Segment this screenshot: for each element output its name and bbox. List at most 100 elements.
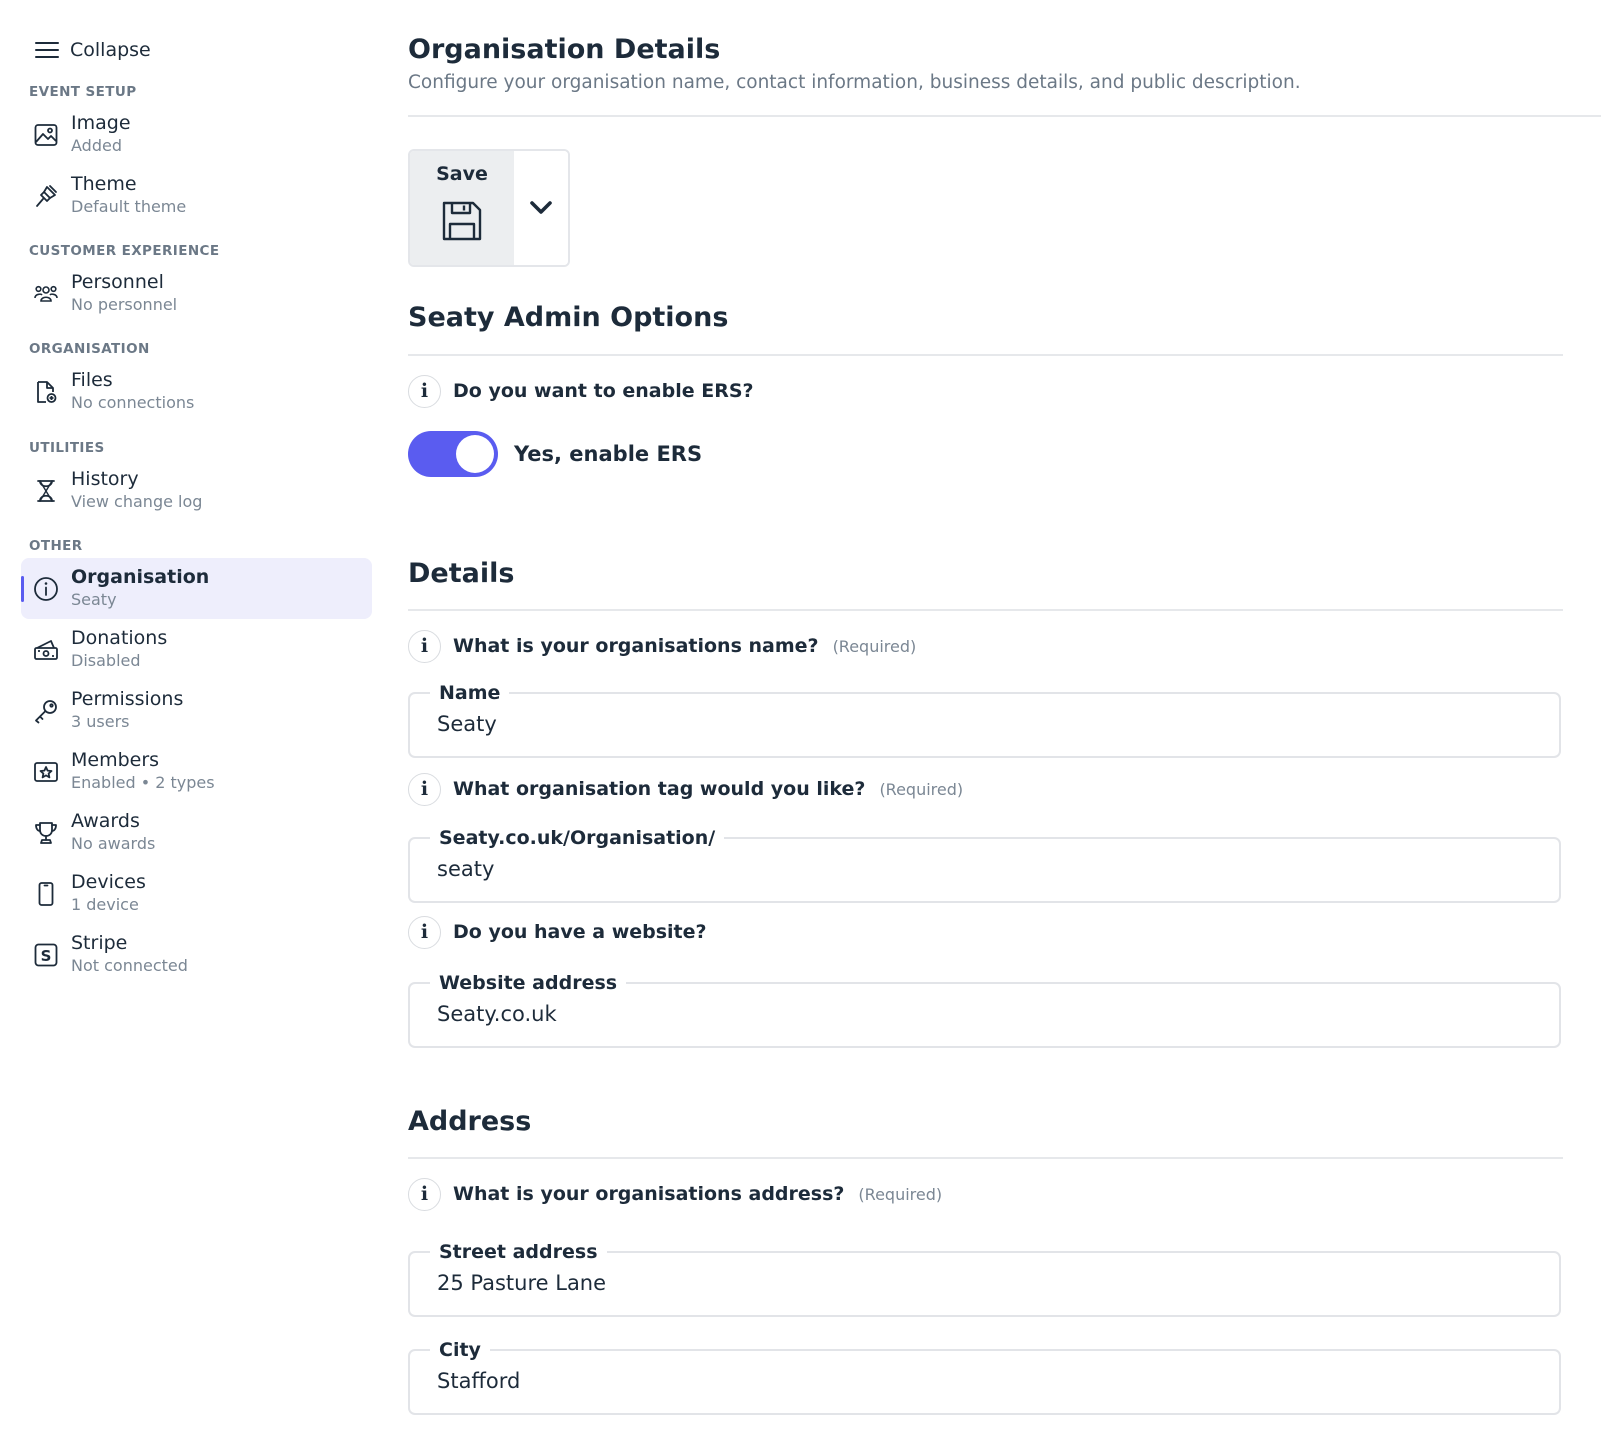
- required-label: (Required): [832, 636, 917, 656]
- save-options-dropdown[interactable]: [514, 151, 568, 265]
- website-field: Website address: [408, 971, 1561, 1048]
- name-input[interactable]: [437, 712, 1527, 736]
- hourglass-icon: [33, 478, 59, 504]
- sidebar-item-label: Stripe: [71, 932, 128, 954]
- star-card-icon: [33, 759, 59, 785]
- required-label: (Required): [879, 779, 964, 799]
- chevron-down-icon: [530, 201, 552, 214]
- brush-icon: [33, 183, 59, 209]
- sidebar-item-label: Personnel: [71, 271, 164, 293]
- street-address-field: Street address: [408, 1240, 1561, 1317]
- sidebar-item-label: Organisation: [71, 566, 210, 588]
- section-heading-address: Address: [408, 1106, 532, 1137]
- hamburger-menu-icon: [35, 42, 59, 58]
- tag-input[interactable]: [437, 857, 1527, 881]
- sidebar-item-status: Not connected: [71, 956, 188, 975]
- sidebar-item-status: 1 device: [71, 895, 139, 914]
- name-field: Name: [408, 681, 1561, 758]
- tag-field: Seaty.co.uk/Organisation/: [408, 826, 1561, 903]
- image-icon: [33, 122, 59, 148]
- sidebar-item-status: No awards: [71, 834, 156, 853]
- sidebar-item-status: Seaty: [71, 590, 117, 609]
- sidebar-item-members[interactable]: Members Enabled • 2 types: [21, 741, 372, 802]
- sidebar-item-status: Added: [71, 136, 122, 155]
- section-heading-admin-options: Seaty Admin Options: [408, 302, 729, 333]
- sidebar-item-history[interactable]: History View change log: [21, 460, 372, 521]
- floppy-disk-icon: [442, 201, 482, 241]
- section-title-other: OTHER: [29, 538, 83, 554]
- sidebar-item-label: Devices: [71, 871, 146, 893]
- ers-toggle[interactable]: [408, 431, 498, 477]
- sidebar-item-label: Image: [71, 112, 131, 134]
- tag-question: i What organisation tag would you like? …: [408, 772, 963, 806]
- name-question: i What is your organisations name? (Requ…: [408, 629, 916, 663]
- info-button[interactable]: i: [408, 772, 441, 806]
- sidebar-item-organisation[interactable]: Organisation Seaty: [21, 558, 372, 619]
- page-title: Organisation Details: [408, 34, 721, 65]
- sidebar-item-donations[interactable]: Donations Disabled: [21, 619, 372, 680]
- divider: [408, 609, 1563, 611]
- sidebar-item-devices[interactable]: Devices 1 device: [21, 863, 372, 924]
- ers-toggle-row: Yes, enable ERS: [408, 431, 702, 477]
- ers-question: i Do you want to enable ERS?: [408, 374, 754, 408]
- section-title-event-setup: EVENT SETUP: [29, 84, 137, 100]
- section-title-organisation: ORGANISATION: [29, 341, 150, 357]
- info-button[interactable]: i: [408, 1177, 441, 1211]
- sidebar-item-files[interactable]: Files No connections: [21, 361, 372, 422]
- field-legend: Name: [430, 681, 510, 705]
- sidebar-item-personnel[interactable]: Personnel No personnel: [21, 263, 372, 324]
- sidebar-item-label: History: [71, 468, 139, 490]
- sidebar: Collapse EVENT SETUP Image Added Theme Def…: [0, 0, 380, 1437]
- sidebar-item-label: Theme: [71, 173, 137, 195]
- sidebar-item-label: Donations: [71, 627, 168, 649]
- section-heading-details: Details: [408, 558, 515, 589]
- section-title-customer-experience: CUSTOMER EXPERIENCE: [29, 243, 220, 259]
- key-icon: [33, 698, 59, 724]
- sidebar-item-status: No personnel: [71, 295, 178, 314]
- ers-toggle-label: Yes, enable ERS: [514, 442, 703, 466]
- sidebar-item-status: Enabled • 2 types: [71, 773, 215, 792]
- sidebar-item-permissions[interactable]: Permissions 3 users: [21, 680, 372, 741]
- toggle-knob: [456, 435, 494, 473]
- sidebar-item-status: Disabled: [71, 651, 141, 670]
- website-question: i Do you have a website?: [408, 915, 707, 949]
- page-description: Configure your organisation name, contac…: [408, 72, 1301, 93]
- divider: [408, 115, 1601, 117]
- field-legend: Street address: [430, 1240, 607, 1264]
- field-legend: City: [430, 1338, 490, 1362]
- city-field: City: [408, 1338, 1561, 1415]
- sidebar-item-status: No connections: [71, 393, 195, 412]
- info-button[interactable]: i: [408, 629, 441, 663]
- sidebar-item-label: Permissions: [71, 688, 184, 710]
- section-title-utilities: UTILITIES: [29, 440, 105, 456]
- sidebar-item-image[interactable]: Image Added: [21, 104, 372, 165]
- sidebar-item-label: Files: [71, 369, 113, 391]
- sidebar-item-stripe[interactable]: S Stripe Not connected: [21, 924, 372, 985]
- sidebar-item-status: 3 users: [71, 712, 130, 731]
- address-question: i What is your organisations address? (R…: [408, 1177, 942, 1211]
- cash-icon: [33, 637, 59, 663]
- website-input[interactable]: [437, 1002, 1527, 1026]
- info-button[interactable]: i: [408, 915, 441, 949]
- stripe-icon: S: [33, 942, 59, 968]
- city-input[interactable]: [437, 1369, 1527, 1393]
- collapse-label: Collapse: [70, 39, 151, 61]
- field-legend: Seaty.co.uk/Organisation/: [430, 826, 725, 850]
- collapse-button[interactable]: Collapse: [34, 32, 380, 68]
- save-label: Save: [436, 163, 488, 185]
- sidebar-item-awards[interactable]: Awards No awards: [21, 802, 372, 863]
- trophy-icon: [33, 820, 59, 846]
- save-button[interactable]: Save: [410, 151, 514, 265]
- field-legend: Website address: [430, 971, 627, 995]
- street-address-input[interactable]: [437, 1271, 1527, 1295]
- divider: [408, 1157, 1563, 1159]
- sidebar-item-theme[interactable]: Theme Default theme: [21, 165, 372, 226]
- sidebar-item-label: Awards: [71, 810, 140, 832]
- info-button[interactable]: i: [408, 374, 441, 408]
- phone-icon: [33, 881, 59, 907]
- question-text: Do you have a website?: [453, 921, 707, 943]
- sidebar-item-label: Members: [71, 749, 160, 771]
- question-text: What is your organisations address?: [453, 1183, 845, 1205]
- question-text: What organisation tag would you like?: [453, 778, 866, 800]
- file-icon: [33, 379, 59, 405]
